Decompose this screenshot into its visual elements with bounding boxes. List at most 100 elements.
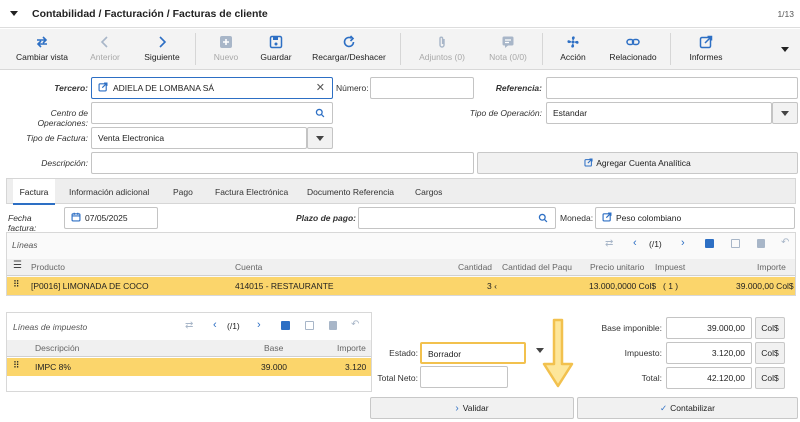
swap-icon[interactable]: ⇄ <box>605 238 613 249</box>
chevron-left-icon[interactable]: ‹ <box>213 319 217 331</box>
delete-line-trash-icon[interactable] <box>757 239 765 248</box>
calendar-icon[interactable] <box>71 212 81 222</box>
col-base[interactable]: Base <box>264 343 283 353</box>
tercero-value: ADIELA DE LOMBANA SÁ <box>113 83 215 93</box>
edit-line-external-link-icon[interactable] <box>731 239 740 248</box>
drag-handle-icon[interactable]: ⠿ <box>13 360 20 371</box>
plazo-pago-input[interactable] <box>358 207 556 229</box>
search-icon[interactable] <box>538 213 548 223</box>
chevron-right-icon <box>159 36 167 48</box>
external-link-icon <box>699 35 713 49</box>
add-tax-plus-icon[interactable] <box>281 321 290 330</box>
impuestos-page-counter: (/1) <box>227 321 240 331</box>
impuestos-grid-header: Descripción Base Importe <box>7 340 371 357</box>
nota-button[interactable]: Nota (0/0) <box>482 29 534 69</box>
descripcion-input[interactable] <box>91 152 474 174</box>
chevron-left-icon[interactable]: ‹ <box>633 237 637 249</box>
tab-cargos[interactable]: Cargos <box>415 179 442 205</box>
chevron-left-icon <box>100 36 108 48</box>
fecha-factura-value: 07/05/2025 <box>85 213 128 223</box>
referencia-input[interactable] <box>546 77 798 99</box>
tipo-operacion-select[interactable]: Estandar <box>546 102 772 124</box>
guardar-button[interactable]: Guardar <box>254 29 298 69</box>
tercero-label: Tercero: <box>54 83 88 93</box>
col-producto[interactable]: Producto <box>31 262 65 272</box>
contabilizar-button[interactable]: ✓ Contabilizar <box>577 397 798 419</box>
delete-tax-trash-icon[interactable] <box>329 321 337 330</box>
tipo-operacion-chevron-down-icon[interactable] <box>772 102 798 124</box>
estado-select[interactable]: Borrador <box>420 342 526 364</box>
lineas-page-counter: (/1) <box>649 239 662 249</box>
relacionado-button[interactable]: Relacionado <box>604 29 662 69</box>
total-currency-button[interactable]: Col$ <box>755 367 785 389</box>
nuevo-button[interactable]: Nuevo <box>206 29 246 69</box>
fan-icon <box>567 36 579 48</box>
toolbar-more-chevron-down-icon[interactable] <box>781 47 789 52</box>
accion-label: Acción <box>560 52 586 62</box>
col-precio-unitario[interactable]: Precio unitario <box>590 262 644 272</box>
col-importe-impuesto[interactable]: Importe <box>337 343 366 353</box>
external-link-icon <box>98 82 108 92</box>
moneda-input[interactable]: Peso colombiano <box>595 207 795 229</box>
menu-icon[interactable]: ☰ <box>13 260 22 271</box>
centro-operaciones-input[interactable] <box>91 102 333 124</box>
clear-icon[interactable]: ✕ <box>316 78 325 98</box>
total-neto-label: Total Neto: <box>377 373 418 383</box>
cambiar-vista-button[interactable]: Cambiar vista <box>6 29 78 69</box>
chevron-right-icon[interactable]: › <box>681 237 685 249</box>
save-icon <box>269 35 283 49</box>
table-row[interactable]: ⠿ [P0016] LIMONADA DE COCO 414015 - REST… <box>7 277 795 295</box>
agregar-cuenta-label: Agregar Cuenta Analítica <box>596 158 691 168</box>
validar-button[interactable]: › Validar <box>370 397 574 419</box>
tab-factura-electronica[interactable]: Factura Electrónica <box>215 179 288 205</box>
numero-input[interactable] <box>370 77 474 99</box>
search-icon[interactable] <box>315 108 325 118</box>
row-producto: [P0016] LIMONADA DE COCO <box>31 281 149 291</box>
undo-line-icon[interactable]: ↶ <box>781 237 789 248</box>
tab-factura[interactable]: Factura <box>13 179 55 205</box>
base-currency-button[interactable]: Col$ <box>755 317 785 339</box>
anterior-button[interactable]: Anterior <box>82 29 128 69</box>
row-base: 39.000 <box>261 362 287 372</box>
col-cantidad-paquete[interactable]: Cantidad del Paqu <box>502 262 572 272</box>
col-impuestos[interactable]: Impuest <box>655 262 685 272</box>
row-importe: 39.000,00 Col$ <box>736 281 794 291</box>
tercero-input[interactable]: ADIELA DE LOMBANA SÁ ✕ <box>91 77 333 99</box>
drag-handle-icon[interactable]: ⠿ <box>13 279 20 290</box>
col-cantidad[interactable]: Cantidad <box>458 262 492 272</box>
col-cuenta[interactable]: Cuenta <box>235 262 262 272</box>
collapse-menu-icon[interactable] <box>10 11 18 16</box>
impuesto-label: Impuesto: <box>624 348 662 358</box>
accion-button[interactable]: Acción <box>552 29 594 69</box>
adjuntos-label: Adjuntos (0) <box>419 52 465 62</box>
siguiente-button[interactable]: Siguiente <box>136 29 188 69</box>
edit-tax-external-link-icon[interactable] <box>305 321 314 330</box>
tab-informacion-adicional[interactable]: Información adicional <box>69 179 149 205</box>
adjuntos-button[interactable]: Adjuntos (0) <box>414 29 470 69</box>
impuesto-currency-button[interactable]: Col$ <box>755 342 785 364</box>
chevron-right-icon[interactable]: › <box>257 319 261 331</box>
moneda-value: Peso colombiano <box>616 213 682 223</box>
tipo-factura-select[interactable]: Venta Electronica <box>91 127 307 149</box>
tipo-factura-chevron-down-icon[interactable] <box>307 127 333 149</box>
col-descripcion[interactable]: Descripción <box>35 343 79 353</box>
tab-documento-referencia[interactable]: Documento Referencia <box>307 179 394 205</box>
table-row[interactable]: ⠿ IMPC 8% 39.000 3.120 <box>7 358 371 376</box>
numero-label: Número: <box>336 83 369 93</box>
fecha-factura-input[interactable]: 07/05/2025 <box>64 207 158 229</box>
lineas-pager: ⇄ ‹ (/1) › ↶ <box>605 237 791 252</box>
add-line-plus-icon[interactable] <box>705 239 714 248</box>
toolbar-divider <box>670 33 671 65</box>
informes-button[interactable]: Informes <box>684 29 728 69</box>
undo-tax-icon[interactable]: ↶ <box>351 319 359 330</box>
row-descripcion: IMPC 8% <box>35 362 71 372</box>
tab-pago[interactable]: Pago <box>173 179 193 205</box>
lineas-title: Líneas <box>12 240 38 250</box>
total-neto-input[interactable] <box>420 366 508 388</box>
informes-label: Informes <box>689 52 723 62</box>
agregar-cuenta-analitica-button[interactable]: Agregar Cuenta Analítica <box>477 152 798 174</box>
recargar-button[interactable]: Recargar/Deshacer <box>310 29 388 69</box>
plazo-pago-label: Plazo de pago: <box>296 213 356 223</box>
swap-icon[interactable]: ⇄ <box>185 320 193 331</box>
col-importe[interactable]: Importe <box>757 262 786 272</box>
